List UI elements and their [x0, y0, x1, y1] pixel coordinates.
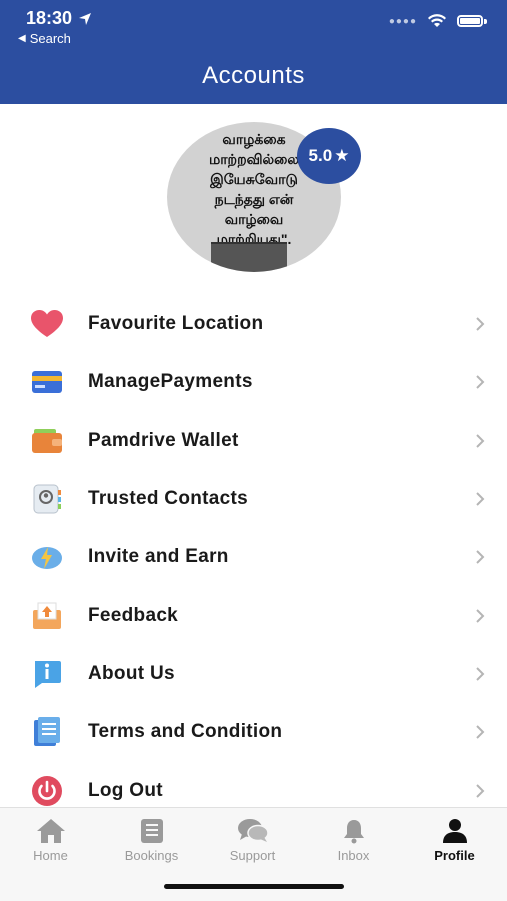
feedback-icon — [28, 597, 66, 635]
battery-tip — [484, 18, 487, 24]
menu-item-favourite-location[interactable]: Favourite Location — [0, 295, 507, 353]
chevron-right-icon — [476, 608, 485, 623]
back-search-label: Search — [29, 31, 71, 46]
chevron-right-icon — [476, 375, 485, 390]
chevron-right-icon — [476, 725, 485, 739]
chevron-right-icon — [476, 550, 485, 565]
back-triangle-icon: ◀ — [18, 33, 26, 44]
tab-bookings[interactable]: Bookings — [101, 818, 202, 863]
document-icon — [28, 713, 66, 751]
avatar-photo — [211, 242, 287, 272]
menu-item-terms-and-condition[interactable]: Terms and Condition — [0, 703, 507, 761]
app-header: 18:30 ◀ Search ●●●● Accounts — [0, 0, 507, 104]
chat-bubbles-icon — [237, 819, 269, 842]
menu-item-label: Pamdrive Wallet — [88, 429, 239, 451]
info-icon — [28, 655, 66, 693]
tab-label: Inbox — [337, 848, 370, 863]
invite-earn-icon — [28, 538, 66, 576]
chevron-right-icon — [476, 783, 485, 798]
tab-label: Support — [229, 848, 276, 863]
menu-item-label: Invite and Earn — [88, 546, 229, 568]
battery-icon — [457, 15, 483, 27]
wifi-icon — [428, 14, 446, 27]
contacts-book-icon — [28, 480, 66, 518]
signal-icon: ●●●● — [388, 15, 417, 27]
menu-item-label: About Us — [88, 662, 175, 684]
power-icon — [28, 772, 66, 810]
chevron-right-icon — [476, 434, 485, 448]
menu-item-trusted-contacts[interactable]: Trusted Contacts — [0, 470, 507, 528]
rating-badge: 5.0 ★ — [297, 128, 361, 184]
chevron-right-icon — [476, 492, 485, 506]
menu-item-about-us[interactable]: About Us — [0, 645, 507, 703]
menu-item-label: Trusted Contacts — [88, 488, 248, 510]
home-icon — [36, 819, 65, 843]
menu-item-label: ManagePayments — [88, 371, 253, 393]
tab-inbox[interactable]: Inbox — [303, 818, 404, 863]
wallet-icon — [28, 422, 66, 460]
menu-item-label: Feedback — [88, 604, 179, 626]
tab-label: Home — [33, 848, 68, 863]
status-indicators: ●●●● — [389, 14, 487, 28]
menu-item-invite-and-earn[interactable]: Invite and Earn — [0, 528, 507, 586]
tab-label: Bookings — [124, 848, 179, 863]
chevron-right-icon — [476, 317, 485, 331]
star-icon: ★ — [334, 146, 350, 165]
account-menu: Favourite Location ManagePayments Pamdri… — [0, 295, 507, 820]
bell-icon — [343, 820, 364, 844]
menu-item-label: Log Out — [88, 779, 163, 801]
tab-profile[interactable]: Profile — [404, 818, 505, 863]
chevron-right-icon — [476, 667, 485, 681]
status-time: 18:30 — [26, 8, 92, 29]
page-title: Accounts — [202, 62, 305, 89]
menu-item-pamdrive-wallet[interactable]: Pamdrive Wallet — [0, 412, 507, 470]
tab-label: Profile — [434, 848, 475, 863]
credit-card-icon — [28, 363, 66, 401]
menu-item-manage-payments[interactable]: ManagePayments — [0, 353, 507, 411]
heart-icon — [28, 305, 66, 343]
menu-item-label: Terms and Condition — [88, 721, 283, 743]
rating-value: 5.0 — [308, 146, 333, 165]
tab-support[interactable]: Support — [202, 818, 303, 863]
menu-item-feedback[interactable]: Feedback — [0, 586, 507, 644]
tab-home[interactable]: Home — [0, 818, 101, 863]
status-time-text: 18:30 — [26, 8, 73, 28]
back-to-search-link[interactable]: ◀ Search — [18, 31, 71, 46]
person-icon — [442, 819, 467, 843]
home-indicator[interactable] — [164, 884, 344, 889]
bookings-icon — [140, 819, 163, 843]
menu-item-label: Favourite Location — [88, 313, 264, 335]
location-arrow-icon — [79, 12, 92, 25]
